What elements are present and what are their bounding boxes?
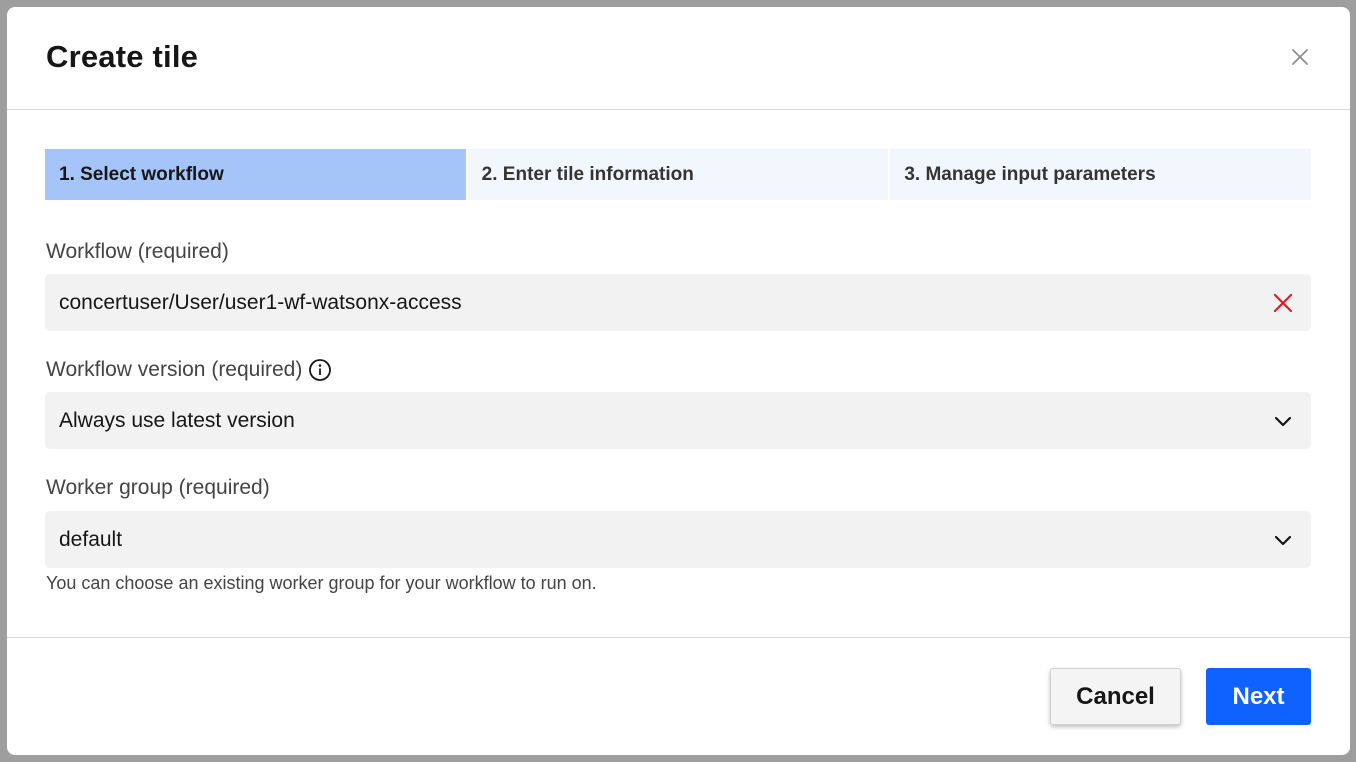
workflow-version-chevron[interactable]	[1271, 409, 1295, 433]
chevron-down-icon	[1274, 416, 1292, 426]
step-manage-input-parameters[interactable]: 3. Manage input parameters	[890, 149, 1312, 200]
dialog-footer: Cancel Next	[7, 637, 1350, 755]
worker-group-label: Worker group (required)	[46, 476, 270, 500]
worker-group-dropdown[interactable]: default	[45, 511, 1311, 568]
workflow-label: Workflow (required)	[46, 240, 229, 264]
worker-group-chevron[interactable]	[1271, 528, 1295, 552]
workflow-version-dropdown[interactable]: Always use latest version	[45, 392, 1311, 449]
worker-group-label-text: Worker group (required)	[46, 476, 270, 499]
workflow-version-label-text: Workflow version (required)	[46, 358, 303, 381]
chevron-down-icon	[1274, 535, 1292, 545]
close-icon	[1273, 293, 1293, 312]
progress-steps: 1. Select workflow 2. Enter tile informa…	[45, 149, 1312, 200]
workflow-value: concertuser/User/user1-wf-watsonx-access	[59, 290, 462, 314]
workflow-version-label: Workflow version (required)	[46, 358, 332, 382]
close-dialog-button[interactable]	[1288, 45, 1312, 69]
workflow-field[interactable]: concertuser/User/user1-wf-watsonx-access	[45, 274, 1311, 331]
create-tile-dialog: Create tile 1. Select workflow 2. Enter …	[7, 7, 1350, 755]
info-icon[interactable]	[308, 358, 332, 382]
dialog-header: Create tile	[7, 7, 1350, 110]
workflow-version-value: Always use latest version	[59, 408, 295, 432]
dialog-title: Create tile	[46, 39, 199, 74]
worker-group-helper-text: You can choose an existing worker group …	[46, 573, 597, 593]
cancel-button[interactable]: Cancel	[1050, 668, 1181, 725]
close-icon	[1292, 49, 1308, 65]
workflow-label-text: Workflow (required)	[46, 240, 229, 263]
next-button[interactable]: Next	[1206, 668, 1311, 725]
step-select-workflow[interactable]: 1. Select workflow	[45, 149, 466, 200]
worker-group-value: default	[59, 527, 123, 551]
clear-workflow-button[interactable]	[1271, 291, 1295, 315]
step-enter-tile-information[interactable]: 2. Enter tile information	[467, 149, 889, 200]
